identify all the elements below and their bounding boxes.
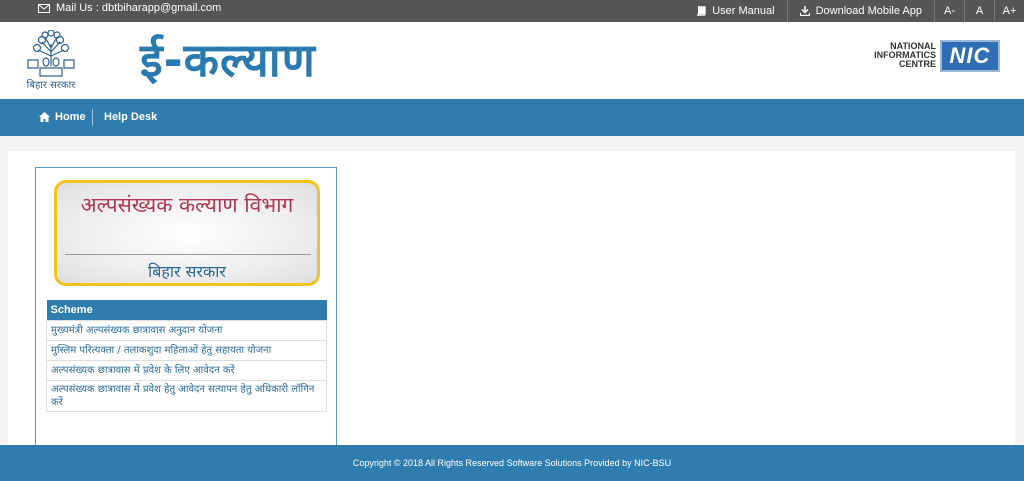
department-divider [65, 254, 311, 255]
department-subtitle: बिहार सरकार [148, 262, 226, 281]
scheme-link-1[interactable]: मुख्यमंत्री अल्पसंख्यक छात्रावास अनुदान … [46, 319, 327, 341]
nav-home-label: Home [55, 111, 86, 123]
table-row: मुस्लिम परित्यक्ता / तलाकशुदा महिलाओं हे… [46, 339, 327, 361]
site-title: ई-कल्याण [140, 33, 316, 87]
scheme-header-row: Scheme [46, 300, 327, 320]
scheme-header: Scheme [46, 300, 327, 320]
user-manual-label: User Manual [712, 5, 775, 17]
nic-logo: NIC [940, 40, 1000, 72]
download-icon [799, 6, 810, 16]
footer: Copyright © 2018 All Rights Reserved Sof… [0, 445, 1024, 481]
nav-divider [92, 109, 93, 126]
download-app-link[interactable]: Download Mobile App [786, 0, 934, 22]
nav-home[interactable]: Home [39, 111, 86, 123]
scheme-table: Scheme मुख्यमंत्री अल्पसंख्यक छात्रावास … [46, 300, 327, 412]
table-row: मुख्यमंत्री अल्पसंख्यक छात्रावास अनुदान … [46, 319, 327, 341]
table-row: अल्पसंख्यक छात्रावास में प्रवेश के लिए आ… [46, 359, 327, 381]
download-app-label: Download Mobile App [815, 5, 922, 17]
book-icon [696, 6, 706, 16]
font-decrease-button[interactable]: A- [934, 0, 964, 22]
emblem-caption: बिहार सरकार [26, 80, 76, 91]
mail-us-label: Mail Us : dbtbiharapp@gmail.com [56, 2, 222, 14]
nic-name: NATIONAL INFORMATICS CENTRE [858, 42, 936, 69]
site-header: बिहार सरकार ई-कल्याण NATIONAL INFORMATIC… [0, 22, 1024, 99]
user-manual-link[interactable]: User Manual [684, 0, 786, 22]
scheme-link-3[interactable]: अल्पसंख्यक छात्रावास में प्रवेश के लिए आ… [46, 359, 327, 381]
font-increase-button[interactable]: A+ [994, 0, 1024, 22]
nav-help-desk[interactable]: Help Desk [104, 111, 157, 123]
department-panel: अल्पसंख्यक कल्याण विभाग बिहार सरकार Sche… [35, 167, 337, 452]
main-nav: Home Help Desk [0, 99, 1024, 136]
envelope-icon [38, 3, 50, 13]
home-icon [39, 112, 50, 122]
department-card: अल्पसंख्यक कल्याण विभाग बिहार सरकार [54, 180, 320, 286]
table-row: अल्पसंख्यक छात्रावास में प्रवेश हेतु आवे… [46, 379, 327, 412]
font-normal-button[interactable]: A [964, 0, 994, 22]
mail-us[interactable]: Mail Us : dbtbiharapp@gmail.com [38, 2, 221, 14]
top-bar: Mail Us : dbtbiharapp@gmail.com User Man… [0, 0, 1024, 22]
scheme-link-2[interactable]: मुस्लिम परित्यक्ता / तलाकशुदा महिलाओं हे… [46, 339, 327, 361]
department-title: अल्पसंख्यक कल्याण विभाग [80, 193, 294, 217]
scheme-link-4[interactable]: अल्पसंख्यक छात्रावास में प्रवेश हेतु आवे… [46, 379, 327, 412]
nic-line-3: CENTRE [898, 59, 936, 69]
